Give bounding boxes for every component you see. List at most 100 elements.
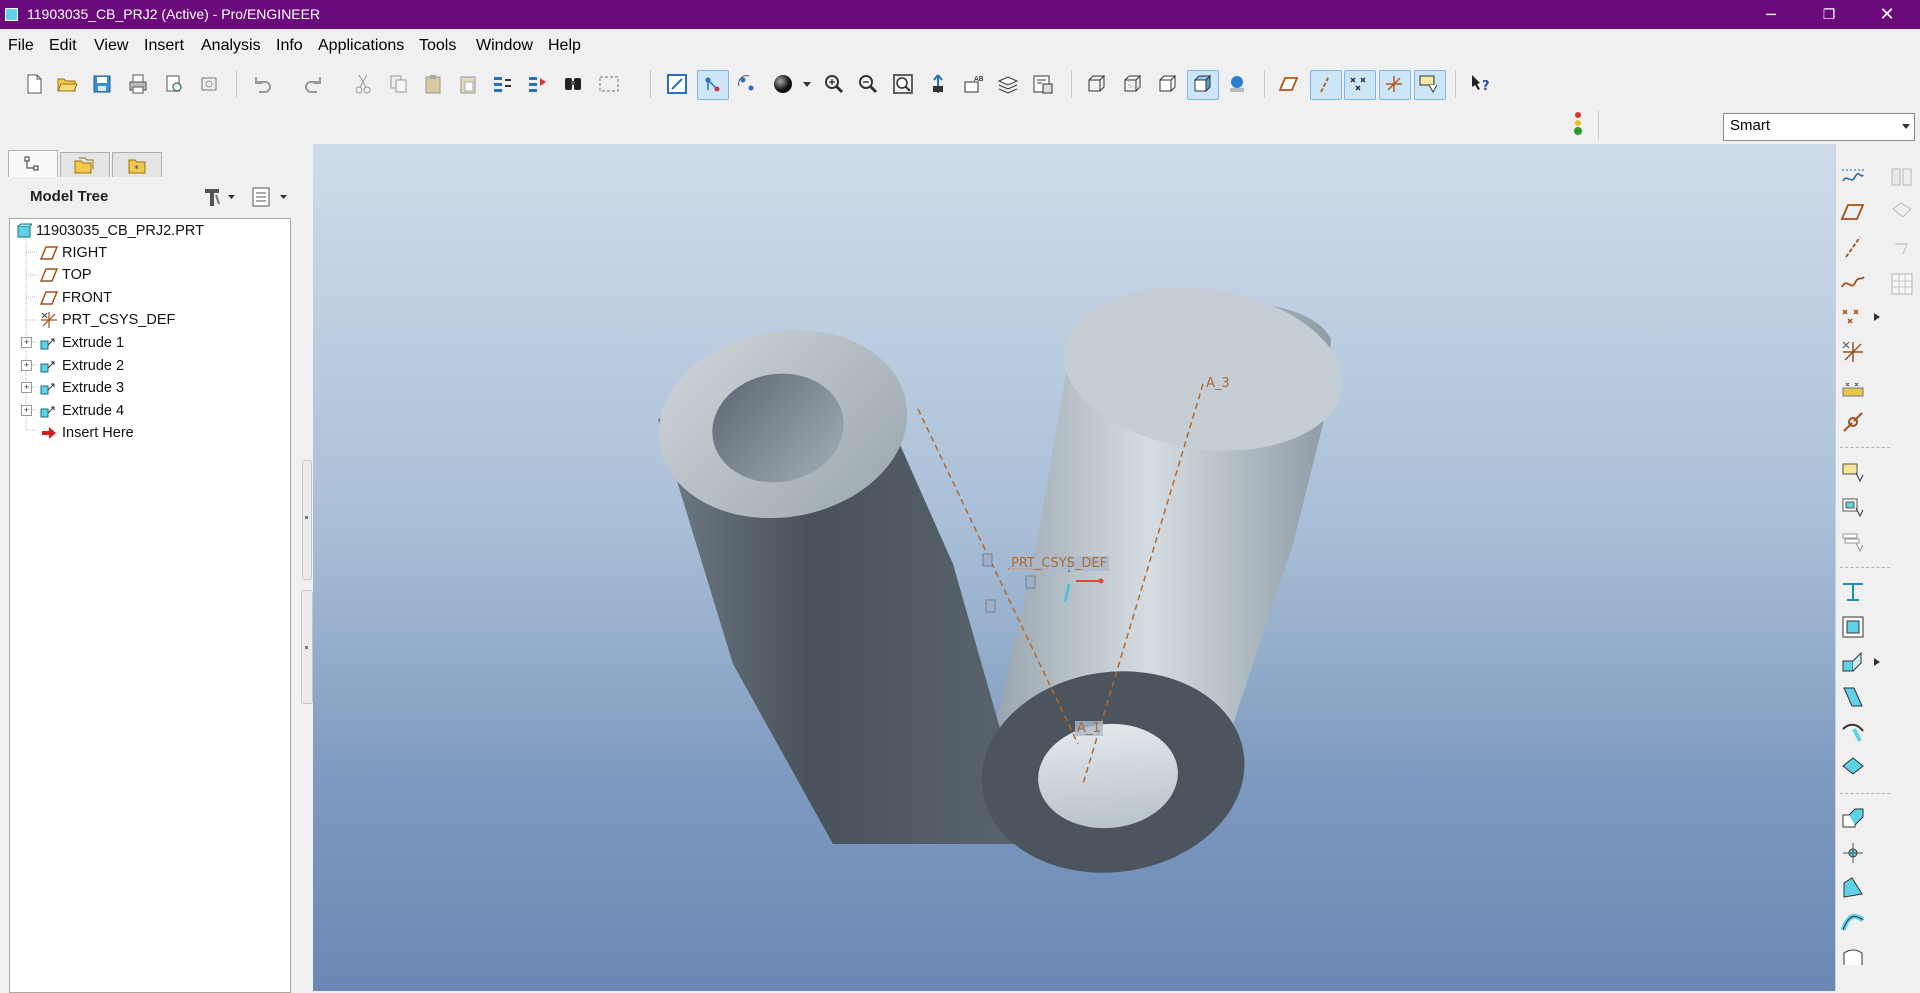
- menu-info[interactable]: Info: [276, 37, 303, 55]
- spin-center-icon[interactable]: [700, 72, 724, 96]
- zoom-in-icon[interactable]: [822, 72, 846, 96]
- regen-manager-icon[interactable]: [526, 72, 550, 96]
- mirror-icon[interactable]: [1840, 459, 1866, 485]
- pattern-icon[interactable]: [1840, 579, 1866, 605]
- orient-mode-icon[interactable]: [735, 72, 759, 96]
- save-icon[interactable]: [90, 72, 114, 96]
- csys-display-icon[interactable]: [1382, 72, 1406, 96]
- axis-a3-label[interactable]: A_3: [1206, 376, 1230, 391]
- enhanced-realism-icon[interactable]: [1225, 72, 1249, 96]
- swept-blend-icon[interactable]: [1840, 910, 1866, 936]
- tree-node-extrude-4[interactable]: Extrude 4: [40, 400, 124, 422]
- context-help-icon[interactable]: ?: [1469, 72, 1493, 96]
- flyout-arrow-icon[interactable]: [1873, 657, 1881, 667]
- print-preview-icon[interactable]: [162, 72, 186, 96]
- appearance-dropdown-icon[interactable]: [801, 72, 813, 96]
- select-box-icon[interactable]: [597, 72, 621, 96]
- redo-icon[interactable]: [302, 72, 326, 96]
- hole-tool-icon[interactable]: [1840, 684, 1866, 710]
- tab-folder-browser[interactable]: [60, 152, 110, 177]
- graphics-viewport[interactable]: PRT_CSYS_DEF A_3 A_1: [313, 144, 1835, 991]
- undo-icon[interactable]: [250, 72, 274, 96]
- expand-toggle[interactable]: +: [21, 405, 32, 416]
- chamfer-tool-icon[interactable]: [1840, 875, 1866, 901]
- tab-favorites[interactable]: *: [112, 152, 162, 177]
- tree-node-csys[interactable]: PRT_CSYS_DEF: [40, 309, 175, 331]
- sash-handle[interactable]: [302, 460, 312, 580]
- open-icon[interactable]: [55, 72, 79, 96]
- merge-icon[interactable]: [1840, 494, 1866, 520]
- grid-icon[interactable]: [1889, 271, 1915, 297]
- tree-node-extrude-2[interactable]: Extrude 2: [40, 355, 124, 377]
- expand-toggle[interactable]: +: [21, 360, 32, 371]
- tree-node-root[interactable]: 11903035_CB_PRJ2.PRT: [16, 220, 204, 242]
- hidden-line-icon[interactable]: [1120, 72, 1144, 96]
- menu-help[interactable]: Help: [548, 37, 581, 55]
- reorient-icon[interactable]: [926, 72, 950, 96]
- extrude-tool-icon[interactable]: [1840, 614, 1866, 640]
- menu-window[interactable]: Window: [476, 37, 533, 55]
- plane-display-icon[interactable]: [1277, 72, 1301, 96]
- datum-axis-tool-icon[interactable]: [1840, 234, 1866, 260]
- datum-csys-tool-icon[interactable]: [1840, 339, 1866, 365]
- menu-analysis[interactable]: Analysis: [201, 37, 261, 55]
- tree-node-extrude-3[interactable]: Extrude 3: [40, 377, 124, 399]
- appearance-icon[interactable]: [771, 72, 795, 96]
- point-display-icon[interactable]: [1347, 72, 1371, 96]
- tree-settings-icon[interactable]: [202, 186, 236, 208]
- tree-node-extrude-1[interactable]: Extrude 1: [40, 332, 124, 354]
- menu-edit[interactable]: Edit: [49, 37, 77, 55]
- annotation-display-icon[interactable]: [1417, 72, 1441, 96]
- tree-node-right[interactable]: RIGHT: [40, 242, 107, 264]
- menu-file[interactable]: File: [8, 37, 34, 55]
- rib-tool-icon[interactable]: [1840, 754, 1866, 780]
- tree-node-insert-here[interactable]: Insert Here: [40, 422, 134, 444]
- sketch-tool-icon[interactable]: [1840, 164, 1866, 190]
- trim-icon[interactable]: [1840, 529, 1866, 555]
- panel-sash[interactable]: [301, 460, 313, 580]
- paste-special-icon[interactable]: [456, 72, 480, 96]
- no-hidden-icon[interactable]: [1155, 72, 1179, 96]
- analysis-feature-icon[interactable]: [1840, 374, 1866, 400]
- copy-geometry-icon[interactable]: [1840, 409, 1866, 435]
- regenerate-icon[interactable]: [491, 72, 515, 96]
- boundary-blend-icon[interactable]: [1840, 945, 1866, 971]
- axis-display-icon[interactable]: [1313, 72, 1337, 96]
- warp-tool-icon[interactable]: [1889, 234, 1915, 260]
- restore-button[interactable]: ❐: [1800, 0, 1858, 29]
- csys-label[interactable]: PRT_CSYS_DEF: [1009, 556, 1110, 571]
- saved-views-icon[interactable]: AB: [961, 72, 985, 96]
- new-icon[interactable]: [22, 72, 46, 96]
- tree-node-front[interactable]: FRONT: [40, 287, 112, 309]
- email-icon[interactable]: [197, 72, 221, 96]
- datum-curve-tool-icon[interactable]: [1840, 269, 1866, 295]
- axis-a1-label[interactable]: A_1: [1075, 721, 1103, 736]
- minimize-button[interactable]: ─: [1742, 0, 1800, 29]
- revolve-tool-icon[interactable]: [1840, 649, 1866, 675]
- tree-columns-icon[interactable]: [250, 186, 290, 208]
- round-tool-icon[interactable]: [1840, 840, 1866, 866]
- copy-icon[interactable]: [387, 72, 411, 96]
- wireframe-icon[interactable]: [1084, 72, 1108, 96]
- datum-point-tool-icon[interactable]: [1840, 304, 1866, 330]
- expand-toggle[interactable]: +: [21, 337, 32, 348]
- view-manager-icon[interactable]: [1031, 72, 1055, 96]
- shading-icon[interactable]: [1190, 72, 1214, 96]
- paste-icon[interactable]: [421, 72, 445, 96]
- menu-tools[interactable]: Tools: [419, 37, 456, 55]
- menu-insert[interactable]: Insert: [144, 37, 184, 55]
- tree-node-top[interactable]: TOP: [40, 264, 92, 286]
- menu-applications[interactable]: Applications: [318, 37, 404, 55]
- draft-tool-icon[interactable]: [1840, 805, 1866, 831]
- print-icon[interactable]: [126, 72, 150, 96]
- datum-plane-tool-icon[interactable]: [1840, 199, 1866, 225]
- cut-icon[interactable]: [351, 72, 375, 96]
- variable-sweep-icon[interactable]: [1889, 164, 1915, 190]
- find-icon[interactable]: [561, 72, 585, 96]
- expand-toggle[interactable]: +: [21, 382, 32, 393]
- close-button[interactable]: ✕: [1858, 0, 1916, 29]
- repaint-icon[interactable]: [665, 72, 689, 96]
- selection-filter-select[interactable]: Smart: [1723, 113, 1915, 141]
- menu-view[interactable]: View: [94, 37, 128, 55]
- flyout-arrow-icon[interactable]: [1873, 312, 1881, 322]
